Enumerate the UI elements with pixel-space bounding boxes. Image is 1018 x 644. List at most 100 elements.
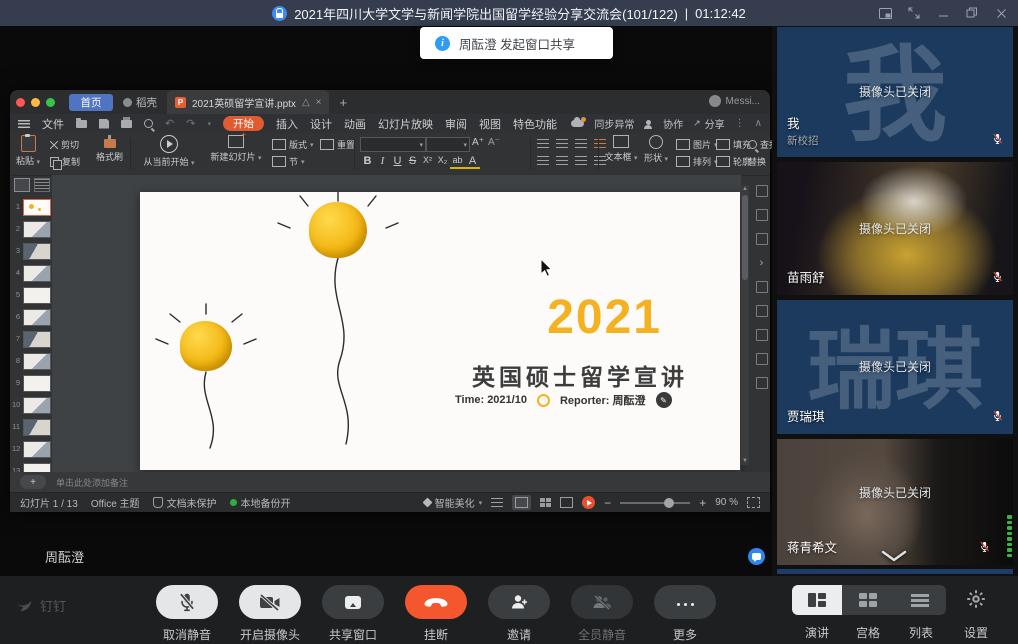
more-button[interactable] — [654, 585, 716, 619]
hangup-button[interactable] — [405, 585, 467, 619]
fullscreen-icon[interactable] — [903, 3, 925, 23]
notes-toggle-icon[interactable] — [491, 498, 503, 507]
open-icon[interactable] — [76, 120, 87, 128]
properties-icon[interactable] — [756, 185, 768, 197]
bullets-icon[interactable] — [537, 139, 549, 148]
media-pane-icon[interactable] — [756, 329, 768, 341]
subscript-button[interactable]: X₂ — [435, 155, 450, 169]
redo-icon[interactable]: ↷ — [186, 117, 195, 130]
align-left-icon[interactable] — [537, 156, 549, 165]
shape-button[interactable]: 形状 ▾ — [642, 135, 670, 164]
add-slide-button[interactable]: + — [20, 475, 46, 489]
slide-thumbnail[interactable]: 9 — [12, 374, 52, 394]
slide-thumbnail[interactable]: 7 — [12, 330, 52, 350]
menu-animation[interactable]: 动画 — [344, 116, 366, 132]
slide-thumbnail[interactable]: 8 — [12, 352, 52, 372]
menu-start[interactable]: 开始 — [223, 116, 264, 131]
italic-button[interactable]: I — [375, 155, 390, 169]
replace-button[interactable]: 替换 — [748, 155, 766, 168]
camera-button[interactable] — [239, 585, 301, 619]
chat-button[interactable] — [748, 548, 765, 565]
tab-close-icon[interactable]: × — [316, 97, 322, 108]
paste-button[interactable]: 粘贴 ▾ — [16, 135, 40, 167]
collab-button[interactable]: 协作 — [644, 116, 683, 131]
tab-docer[interactable]: 稻壳 — [123, 95, 157, 110]
participant-tile[interactable]: 摄像头已关闭 苗雨舒 — [777, 162, 1013, 295]
layout-button[interactable]: 版式 ▾ — [272, 138, 314, 151]
participant-tile[interactable]: 瑞琪 摄像头已关闭 贾瑞琪 — [777, 300, 1013, 434]
zoom-level[interactable]: 90 % — [715, 497, 738, 508]
bold-button[interactable]: B — [360, 155, 375, 169]
participant-tile-self[interactable]: 我 摄像头已关闭 我 新校招 — [777, 27, 1013, 157]
beautify-button[interactable]: 智能美化▾ — [424, 495, 483, 510]
backup-status[interactable]: 本地备份开 — [230, 495, 291, 510]
zoom-slider-thumb[interactable] — [664, 498, 674, 508]
read-view-icon[interactable] — [560, 497, 573, 508]
slide-thumbnail[interactable]: 4 — [12, 264, 52, 284]
minimize-traffic-light[interactable] — [31, 98, 40, 107]
sync-status[interactable]: 同步异常 — [571, 116, 635, 131]
settings-button[interactable] — [966, 589, 986, 614]
indent-decrease-icon[interactable] — [575, 139, 587, 148]
arrange-button[interactable]: 排列 ▾ — [676, 155, 718, 168]
numbering-icon[interactable] — [556, 139, 568, 148]
notes-placeholder[interactable]: 单击此处添加备注 — [56, 476, 128, 489]
font-decrease-button[interactable]: A⁻ — [488, 137, 500, 148]
mini-window-icon[interactable] — [874, 3, 896, 23]
fit-window-icon[interactable] — [747, 497, 760, 508]
outline-view-toggle[interactable] — [34, 178, 50, 192]
scroll-up-icon[interactable]: ▲ — [741, 186, 749, 192]
slide-thumbnail[interactable]: 11 — [12, 418, 52, 438]
canvas-scrollbar[interactable]: ▲ ▼ — [741, 185, 749, 465]
slide-thumbnail[interactable]: 3 — [12, 242, 52, 262]
maximize-traffic-light[interactable] — [46, 98, 55, 107]
highlight-color-button[interactable]: ab — [450, 155, 465, 169]
normal-view-button[interactable] — [512, 495, 531, 510]
theme-name[interactable]: Office 主题 — [91, 495, 140, 510]
collapse-ribbon-icon[interactable]: ∧ — [755, 118, 762, 129]
menu-design[interactable]: 设计 — [310, 116, 332, 132]
share-window-button[interactable] — [322, 585, 384, 619]
copy-button[interactable]: 复制 — [50, 155, 80, 168]
font-color-button[interactable]: A — [465, 155, 480, 169]
scrollbar-thumb[interactable] — [742, 195, 748, 280]
zoom-in-icon[interactable]: + — [699, 496, 706, 510]
more-menu-icon[interactable]: ⋮ — [735, 118, 745, 129]
thumbnail-view-toggle[interactable] — [14, 178, 30, 192]
wps-account[interactable]: Messi... — [709, 95, 760, 107]
minimize-icon[interactable] — [932, 3, 954, 23]
comment-pane-icon[interactable] — [756, 281, 768, 293]
print-icon[interactable] — [121, 120, 132, 128]
new-tab-button[interactable]: + — [339, 95, 347, 110]
hamburger-icon[interactable] — [18, 120, 30, 128]
font-increase-button[interactable]: A⁺ — [472, 137, 484, 148]
fill-button[interactable]: 填充 — [716, 138, 751, 151]
font-size-select[interactable]: ▾ — [426, 137, 470, 152]
unmute-button[interactable] — [156, 585, 218, 619]
expand-pane-icon[interactable]: › — [760, 257, 764, 269]
reset-button[interactable]: 重置 — [320, 138, 355, 151]
preview-icon[interactable] — [144, 119, 153, 128]
share-button[interactable]: ↗分享 — [693, 116, 725, 131]
menu-file[interactable]: 文件 — [42, 116, 64, 132]
menu-special[interactable]: 特色功能 — [513, 116, 557, 132]
participant-tile[interactable]: 摄像头已关闭 蒋青希文 — [777, 439, 1013, 565]
scroll-participants-icon[interactable] — [878, 550, 910, 563]
tab-home[interactable]: 首页 — [69, 94, 113, 111]
underline-button[interactable]: U — [390, 155, 405, 169]
sorter-view-icon[interactable] — [540, 498, 551, 507]
chart-pane-icon[interactable] — [756, 353, 768, 365]
cut-button[interactable]: 剪切 — [50, 138, 79, 151]
slide-thumbnail[interactable]: 6 — [12, 308, 52, 328]
align-right-icon[interactable] — [575, 156, 587, 165]
invite-button[interactable] — [488, 585, 550, 619]
slide-thumbnail[interactable]: 2 — [12, 220, 52, 240]
slide-thumbnail[interactable]: 1 — [12, 198, 52, 218]
slide-thumbnail[interactable]: 12 — [12, 440, 52, 460]
menu-review[interactable]: 审阅 — [445, 116, 467, 132]
play-from-current-button[interactable]: 从当前开始 ▾ — [138, 135, 200, 168]
slide[interactable]: 2021 英国硕士留学宣讲 Time: 2021/10 Reporter: 周酝… — [140, 192, 740, 470]
mode-speaker-button[interactable] — [792, 585, 842, 615]
new-slide-button[interactable]: 新建幻灯片 ▾ — [208, 135, 264, 163]
outline-button[interactable]: 轮廓 — [716, 155, 751, 168]
